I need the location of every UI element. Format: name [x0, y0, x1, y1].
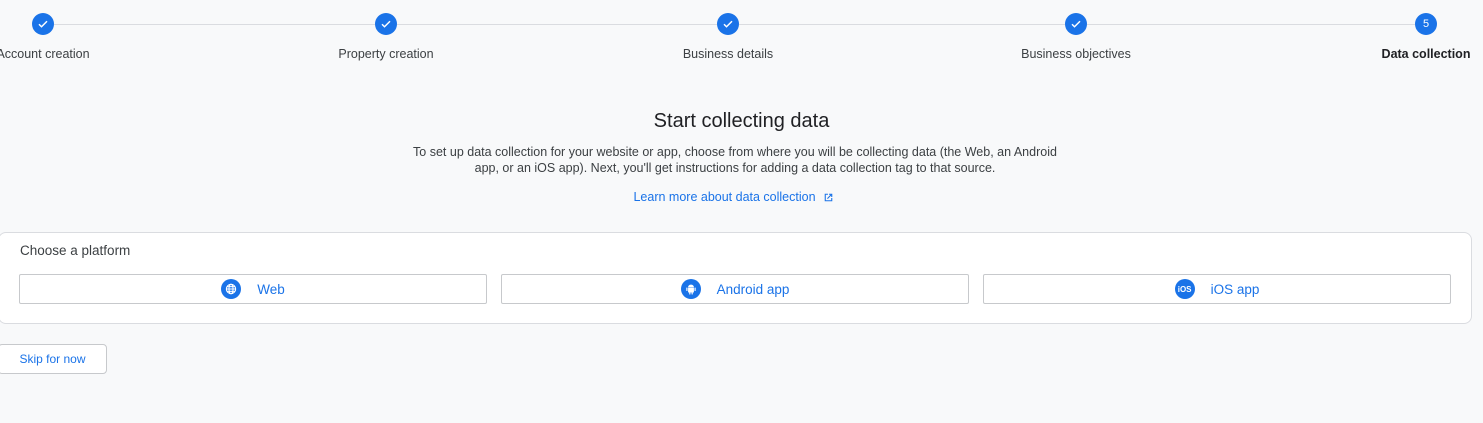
setup-stepper: 5 Account creation Property creation Bus…	[0, 0, 1483, 70]
step-connector	[54, 24, 375, 25]
step-connector	[1087, 24, 1415, 25]
step-1-check-icon	[32, 13, 54, 35]
step-label-data-collection: Data collection	[1381, 47, 1471, 61]
learn-more-row: Learn more about data collection	[0, 190, 1468, 204]
web-platform-button[interactable]: Web	[19, 274, 487, 304]
web-platform-label: Web	[257, 281, 285, 297]
external-link-icon	[824, 193, 832, 201]
skip-for-now-button[interactable]: Skip for now	[0, 344, 107, 374]
learn-more-label: Learn more about data collection	[633, 190, 816, 204]
step-5-number: 5	[1415, 13, 1437, 35]
page-title: Start collecting data	[653, 110, 830, 132]
android-icon	[680, 279, 701, 299]
page-description: To set up data collection for your websi…	[413, 145, 1057, 175]
android-platform-button[interactable]: Android app	[501, 274, 969, 304]
step-connector	[739, 24, 1065, 25]
platform-card-title: Choose a platform	[20, 243, 131, 258]
step-label-business-details: Business details	[682, 47, 774, 61]
step-label-business-objectives: Business objectives	[1021, 47, 1131, 61]
ios-icon: iOS	[1174, 279, 1195, 299]
step-label-property-creation: Property creation	[338, 47, 434, 61]
step-3-check-icon	[717, 13, 739, 35]
step-label-account-creation: Account creation	[0, 47, 90, 61]
ios-platform-button[interactable]: iOS iOS app	[983, 274, 1451, 304]
step-4-check-icon	[1065, 13, 1087, 35]
globe-icon	[221, 279, 242, 299]
ios-platform-label: iOS app	[1210, 281, 1260, 297]
step-connector	[397, 24, 717, 25]
platform-card: Choose a platform Web Android app iOS iO…	[0, 232, 1472, 324]
android-platform-label: Android app	[716, 281, 790, 297]
step-2-check-icon	[375, 13, 397, 35]
learn-more-link[interactable]: Learn more about data collection	[633, 190, 834, 204]
